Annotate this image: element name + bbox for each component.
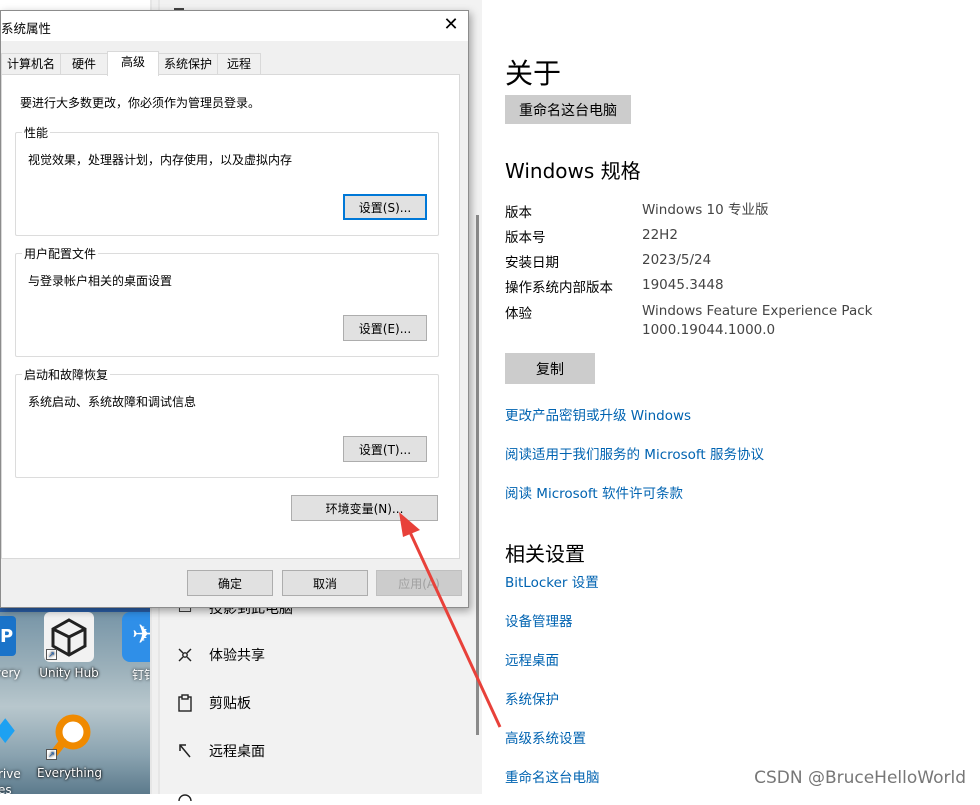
tab-remote[interactable]: 远程 [217, 53, 261, 75]
shortcut-arrow-icon: ↗ [46, 749, 57, 760]
desktop-icon-unity-hub[interactable]: ↗ Unity Hub [37, 612, 101, 680]
spec-key: 版本号 [505, 230, 546, 246]
nav-item-label: 远程桌面 [209, 744, 265, 760]
group-title: 启动和故障恢复 [22, 366, 111, 383]
csdn-watermark: CSDN @BruceHelloWorld [754, 768, 966, 788]
remote-desktop-icon [176, 742, 194, 760]
profiles-settings-button[interactable]: 设置(E)... [343, 315, 427, 341]
group-description: 与登录帐户相关的桌面设置 [28, 274, 173, 288]
spec-key: 安装日期 [505, 255, 559, 271]
partial-icon-label: very [0, 666, 21, 680]
about-panel: 关于 重命名这台电脑 Windows 规格 版本 Windows 10 专业版 … [482, 0, 980, 794]
spec-key: 版本 [505, 205, 532, 221]
nav-item-label: 剪贴板 [209, 696, 251, 712]
group-description: 系统启动、系统故障和调试信息 [28, 395, 197, 409]
spec-value: 19045.3448 [642, 277, 724, 293]
system-properties-dialog: 系统属性 ✕ 计算机名 硬件 高级 系统保护 远程 要进行大多数更改，你必须作为… [0, 10, 469, 608]
group-title: 性能 [22, 124, 51, 141]
shared-experiences-icon [176, 646, 194, 664]
link-license-terms[interactable]: 阅读 Microsoft 软件许可条款 [505, 482, 683, 502]
user-profiles-group: 用户配置文件 与登录帐户相关的桌面设置 设置(E)... [15, 245, 439, 357]
partial-app-icon[interactable]: P [0, 616, 16, 656]
link-change-product-key[interactable]: 更改产品密钥或升级 Windows [505, 404, 691, 424]
tab-computer-name[interactable]: 计算机名 [1, 53, 61, 75]
shortcut-arrow-icon: ↗ [46, 649, 57, 660]
everything-search-icon: ↗ [44, 712, 94, 762]
link-advanced-system-settings[interactable]: 高级系统设置 [505, 727, 586, 747]
dialog-title: 系统属性 [1, 21, 52, 36]
spec-value: Windows Feature Experience Pack 1000.190… [642, 302, 872, 340]
nav-item-label: 体验共享 [209, 648, 265, 664]
performance-settings-button[interactable]: 设置(S)... [343, 194, 427, 220]
copy-button[interactable]: 复制 [505, 353, 595, 384]
close-icon[interactable]: ✕ [434, 11, 468, 41]
nav-next-item-icon [176, 786, 194, 805]
desktop-icon-everything[interactable]: ↗ Everything [37, 712, 102, 780]
unity-hub-icon: ↗ [44, 612, 94, 662]
partial-icon-label: rive es [0, 766, 21, 794]
page-title: 关于 [505, 57, 562, 90]
spec-value: 2023/5/24 [642, 252, 712, 268]
spec-value-line: Windows Feature Experience Pack [642, 303, 873, 319]
desktop-icon-label: Everything [37, 766, 102, 780]
related-settings-heading: 相关设置 [505, 542, 585, 566]
admin-notice: 要进行大多数更改，你必须作为管理员登录。 [20, 96, 261, 110]
rename-pc-button[interactable]: 重命名这台电脑 [505, 95, 631, 124]
specs-heading: Windows 规格 [505, 159, 641, 183]
startup-recovery-group: 启动和故障恢复 系统启动、系统故障和调试信息 设置(T)... [15, 366, 439, 478]
group-title: 用户配置文件 [22, 245, 99, 262]
cancel-button[interactable]: 取消 [282, 570, 368, 596]
link-device-manager[interactable]: 设备管理器 [505, 610, 573, 630]
nav-item-clipboard[interactable]: 剪贴板 [176, 688, 251, 718]
startup-settings-button[interactable]: 设置(T)... [343, 436, 427, 462]
tab-hardware[interactable]: 硬件 [60, 53, 108, 75]
spec-key: 操作系统内部版本 [505, 280, 613, 296]
link-system-protection[interactable]: 系统保护 [505, 688, 559, 708]
link-bitlocker[interactable]: BitLocker 设置 [505, 571, 599, 591]
desktop-wallpaper: P very ↗ Unity Hub ✈ 钉钉 ♦ rive es [0, 600, 160, 794]
environment-variables-button[interactable]: 环境变量(N)... [291, 495, 438, 521]
link-service-agreement[interactable]: 阅读适用于我们服务的 Microsoft 服务协议 [505, 443, 764, 463]
nav-item-shared-experiences[interactable]: 体验共享 [176, 640, 265, 670]
clipboard-icon [176, 694, 194, 712]
spec-value: 22H2 [642, 227, 678, 243]
spec-value-line: 1000.19044.1000.0 [642, 322, 776, 338]
partial-label-line: es [0, 783, 12, 794]
tab-advanced[interactable]: 高级 [107, 51, 159, 76]
dialog-titlebar[interactable]: 系统属性 ✕ [1, 11, 468, 41]
ok-button[interactable]: 确定 [187, 570, 273, 596]
partial-drive-icon[interactable]: ♦ [0, 712, 20, 758]
spec-value: Windows 10 专业版 [642, 202, 769, 218]
tab-system-protection[interactable]: 系统保护 [158, 53, 218, 75]
link-remote-desktop[interactable]: 远程桌面 [505, 649, 559, 669]
apply-button[interactable]: 应用(A) [376, 570, 462, 596]
nav-item-remote-desktop[interactable]: 远程桌面 [176, 736, 265, 766]
spec-key: 体验 [505, 306, 532, 322]
link-rename-pc[interactable]: 重命名这台电脑 [505, 766, 600, 786]
desktop-icon-label: Unity Hub [39, 666, 99, 680]
nav-scrollbar[interactable] [476, 215, 479, 735]
partial-label-line: rive [0, 767, 21, 781]
group-description: 视觉效果，处理器计划，内存使用，以及虚拟内存 [28, 153, 293, 167]
performance-group: 性能 视觉效果，处理器计划，内存使用，以及虚拟内存 设置(S)... [15, 124, 439, 236]
